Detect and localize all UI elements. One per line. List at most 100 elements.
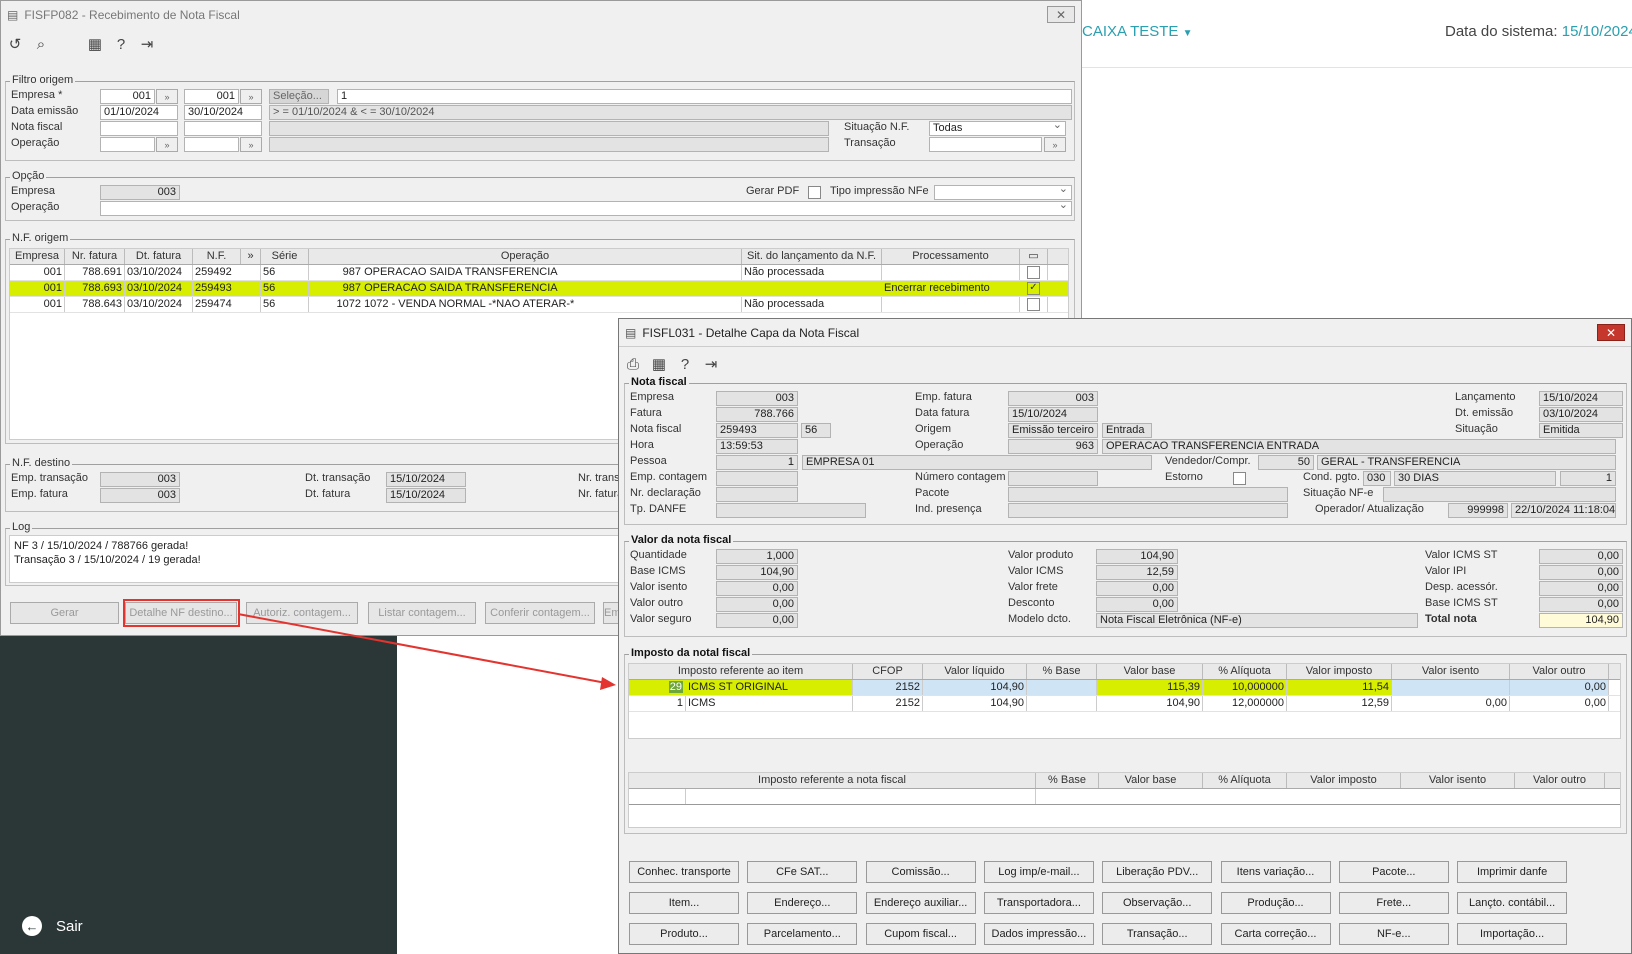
numero-contagem-value: [1008, 471, 1098, 486]
col-valor-liquido[interactable]: Valor líquido: [923, 664, 1027, 679]
valor-isento-label: Valor isento: [630, 581, 688, 593]
action-button[interactable]: Transação...: [1102, 923, 1213, 945]
action-button[interactable]: Log imp/e-mail...: [983, 861, 1094, 883]
vendedor-label: Vendedor/Compr.: [1165, 455, 1251, 467]
cell: 1: [629, 696, 686, 711]
action-button[interactable]: Endereço auxiliar...: [865, 892, 976, 914]
col-valor-imposto[interactable]: Valor imposto: [1287, 664, 1392, 679]
cell: 104,90: [1097, 696, 1203, 711]
icms-st-value: 0,00: [1539, 549, 1623, 564]
action-button[interactable]: Produção...: [1220, 892, 1331, 914]
cell: 0,00: [1510, 680, 1609, 695]
col-valor-isento[interactable]: Valor isento: [1392, 664, 1510, 679]
col-valor-isento[interactable]: Valor isento: [1401, 773, 1515, 788]
exit-icon[interactable]: ⇥: [701, 354, 721, 374]
situacao-nfe-label: Situação NF-e: [1303, 487, 1374, 499]
col-valor-base[interactable]: Valor base: [1099, 773, 1203, 788]
desconto-value: 0,00: [1096, 597, 1178, 612]
cell: 11,54: [1287, 680, 1392, 695]
cell: 10,000000: [1203, 680, 1287, 695]
valor-outro-label: Valor outro: [630, 597, 683, 609]
action-button[interactable]: Endereço...: [747, 892, 858, 914]
action-button[interactable]: Frete...: [1338, 892, 1449, 914]
action-button[interactable]: Pacote...: [1338, 861, 1449, 883]
cell: 115,39: [1097, 680, 1203, 695]
dt-emissao-label: Dt. emissão: [1455, 407, 1514, 419]
action-button[interactable]: Liberação PDV...: [1102, 861, 1213, 883]
total-nota-label: Total nota: [1425, 613, 1477, 625]
ind-presenca-value: [1008, 503, 1288, 518]
action-button[interactable]: Parcelamento...: [747, 923, 858, 945]
action-button[interactable]: Lançto. contábil...: [1457, 892, 1568, 914]
action-button[interactable]: Item...: [629, 892, 739, 914]
valor-nota-legend: Valor da nota fiscal: [629, 534, 734, 546]
col-imposto-nota[interactable]: Imposto referente a nota fiscal: [629, 773, 1036, 788]
valor-icms-value: 12,59: [1096, 565, 1178, 580]
cell: 0,00: [1392, 696, 1510, 711]
pacote-label: Pacote: [915, 487, 950, 499]
action-button[interactable]: Carta correção...: [1220, 923, 1331, 945]
modelo-label: Modelo dcto.: [1008, 613, 1071, 625]
table-header: Imposto referente a nota fiscal % Base V…: [629, 773, 1620, 789]
icms-st-label: Valor ICMS ST: [1425, 549, 1498, 561]
cell: 104,90: [923, 680, 1027, 695]
modelo-value: Nota Fiscal Eletrônica (NF-e): [1096, 613, 1418, 628]
imposto-item-table: Imposto referente ao item CFOP Valor líq…: [628, 663, 1621, 739]
col-valor-imposto[interactable]: Valor imposto: [1287, 773, 1401, 788]
tp-danfe-label: Tp. DANFE: [630, 503, 687, 515]
pessoa-name: EMPRESA 01: [802, 455, 1152, 470]
toolbar: ⎙ ▦ ? ⇥: [623, 352, 721, 376]
col-valor-outro[interactable]: Valor outro: [1510, 664, 1609, 679]
col-valor-outro[interactable]: Valor outro: [1515, 773, 1605, 788]
col-aliquota[interactable]: % Alíquota: [1203, 773, 1287, 788]
data-fatura-label: Data fatura: [915, 407, 970, 419]
action-button[interactable]: CFe SAT...: [747, 861, 858, 883]
data-fatura-value: 15/10/2024: [1008, 407, 1098, 422]
action-button[interactable]: Imprimir danfe: [1457, 861, 1568, 883]
fatura-label: Fatura: [630, 407, 662, 419]
emp-contagem-value: [716, 471, 798, 486]
action-button[interactable]: Cupom fiscal...: [865, 923, 976, 945]
col-base-pct[interactable]: % Base: [1027, 664, 1097, 679]
action-button[interactable]: Observação...: [1102, 892, 1213, 914]
operacao-name: OPERACAO TRANSFERENCIA ENTRADA: [1102, 439, 1616, 454]
close-button[interactable]: ✕: [1597, 324, 1625, 341]
col-cfop[interactable]: CFOP: [853, 664, 923, 679]
cell-code: 29: [668, 681, 683, 693]
table-row-selected[interactable]: 29 ICMS ST ORIGINAL 2152 104,90 115,39 1…: [629, 680, 1620, 696]
nota-fiscal-legend: Nota fiscal: [629, 376, 689, 388]
action-button[interactable]: Itens variação...: [1220, 861, 1331, 883]
col-valor-base[interactable]: Valor base: [1097, 664, 1203, 679]
situacao-nfe-value: [1383, 487, 1616, 502]
table-row[interactable]: 1 ICMS 2152 104,90 104,90 12,000000 12,5…: [629, 696, 1620, 712]
print-icon[interactable]: ⎙: [623, 354, 643, 374]
action-button[interactable]: Importação...: [1457, 923, 1568, 945]
nota-fiscal-label: Nota fiscal: [630, 423, 682, 435]
title-bar: ▤ FISFL031 - Detalhe Capa da Nota Fiscal: [619, 319, 1631, 347]
cell: 12,000000: [1203, 696, 1287, 711]
col-aliquota[interactable]: % Alíquota: [1203, 664, 1287, 679]
cond-pgto-code: 030: [1363, 471, 1391, 486]
detalhe-capa-window: ▤ FISFL031 - Detalhe Capa da Nota Fiscal…: [618, 318, 1632, 954]
dt-emissao-value: 03/10/2024: [1539, 407, 1623, 422]
action-button[interactable]: Dados impressão...: [983, 923, 1094, 945]
cell: ICMS: [686, 696, 853, 711]
action-button[interactable]: Transportadora...: [983, 892, 1094, 914]
action-button[interactable]: Comissão...: [865, 861, 976, 883]
calendar-icon[interactable]: ▦: [649, 354, 669, 374]
valor-produto-label: Valor produto: [1008, 549, 1074, 561]
vendedor-code: 50: [1258, 455, 1314, 470]
col-base-pct[interactable]: % Base: [1036, 773, 1099, 788]
cell: [1027, 696, 1097, 711]
cell: 2152: [853, 680, 923, 695]
action-button[interactable]: Conhec. transporte: [629, 861, 739, 883]
cell: 12,59: [1287, 696, 1392, 711]
action-button[interactable]: NF-e...: [1338, 923, 1449, 945]
action-button[interactable]: Produto...: [629, 923, 739, 945]
estorno-checkbox[interactable]: [1233, 472, 1246, 485]
help-icon[interactable]: ?: [675, 354, 695, 374]
base-icms-value: 104,90: [716, 565, 798, 580]
vendedor-name: GERAL - TRANSFERENCIA: [1317, 455, 1616, 470]
table-row-empty[interactable]: [629, 789, 1620, 805]
col-imposto-item[interactable]: Imposto referente ao item: [629, 664, 853, 679]
